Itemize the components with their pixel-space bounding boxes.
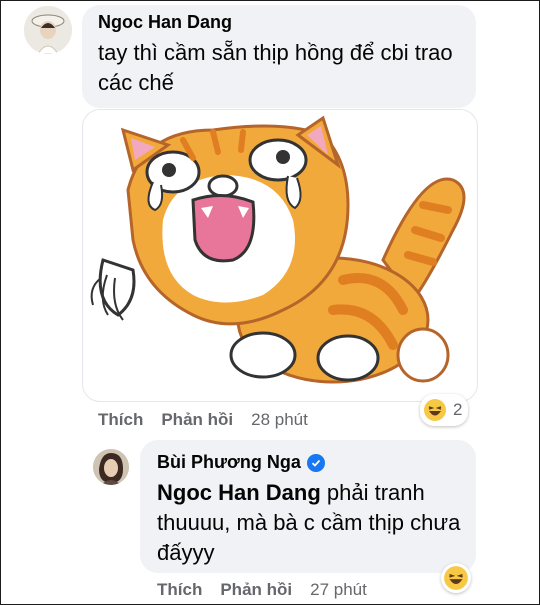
reply-link[interactable]: Phản hồi bbox=[220, 580, 292, 600]
reply-link[interactable]: Phản hồi bbox=[161, 410, 233, 430]
mention-link[interactable]: Ngoc Han Dang bbox=[157, 480, 321, 505]
comment-text: tay thì cầm sẵn thịp hồng để cbi trao cá… bbox=[98, 40, 453, 95]
like-link[interactable]: Thích bbox=[157, 580, 202, 600]
haha-emoji-icon bbox=[444, 566, 468, 590]
timestamp[interactable]: 27 phút bbox=[310, 580, 367, 600]
avatar[interactable] bbox=[24, 6, 72, 54]
reaction-count: 2 bbox=[453, 400, 463, 419]
verified-badge-icon bbox=[306, 453, 325, 472]
reaction-summary[interactable]: 2 bbox=[420, 394, 469, 426]
comment-actions: Thích Phản hồi 28 phút bbox=[98, 410, 308, 430]
comment-author[interactable]: Ngoc Han Dang bbox=[98, 12, 232, 33]
reaction-summary[interactable] bbox=[441, 563, 471, 593]
reply-author-row: Bùi Phương Nga bbox=[157, 452, 325, 473]
haha-emoji-icon bbox=[424, 399, 446, 421]
avatar[interactable] bbox=[93, 449, 129, 485]
cat-sticker-image[interactable] bbox=[82, 109, 478, 402]
reply-actions: Thích Phản hồi 27 phút bbox=[157, 580, 367, 600]
timestamp[interactable]: 28 phút bbox=[251, 410, 308, 430]
reply-text: Ngoc Han Dang phải tranh thuuuu, mà bà c… bbox=[157, 478, 467, 568]
reply-author[interactable]: Bùi Phương Nga bbox=[157, 452, 301, 473]
like-link[interactable]: Thích bbox=[98, 410, 143, 430]
